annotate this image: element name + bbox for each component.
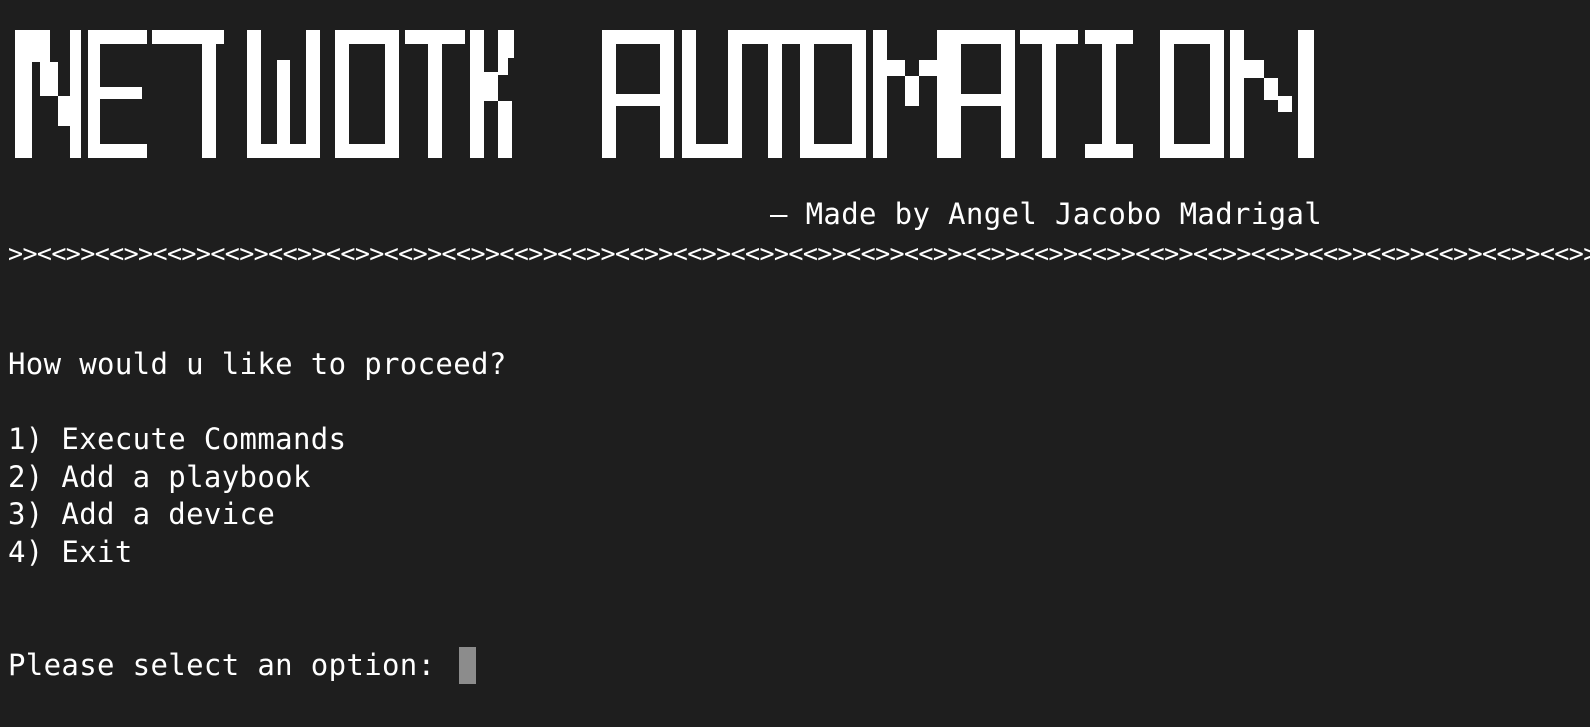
divider-line: >><<>><<>><<>><<>><<>><<>><<>><<>><<>><<… (8, 239, 1590, 268)
menu-question: How would u like to proceed? (8, 347, 507, 381)
menu-option-exit: 4) Exit (8, 534, 133, 569)
credit-line: — Made by Angel Jacobo Madrigal (770, 197, 1323, 231)
menu-option-add-device: 3) Add a device (8, 497, 276, 531)
terminal-window: — Made by Angel Jacobo Madrigal >><<>><<… (0, 0, 1590, 727)
options-menu: 1) Execute Commands 2) Add a playbook 3)… (8, 421, 346, 571)
ascii-art-banner (15, 30, 1315, 158)
text-cursor[interactable] (459, 646, 477, 684)
input-prompt-row[interactable]: Please select an option: (8, 646, 477, 684)
menu-option-execute-commands: 1) Execute Commands (8, 422, 347, 456)
menu-option-add-playbook: 2) Add a playbook (8, 459, 311, 494)
input-prompt: Please select an option: (8, 648, 454, 682)
